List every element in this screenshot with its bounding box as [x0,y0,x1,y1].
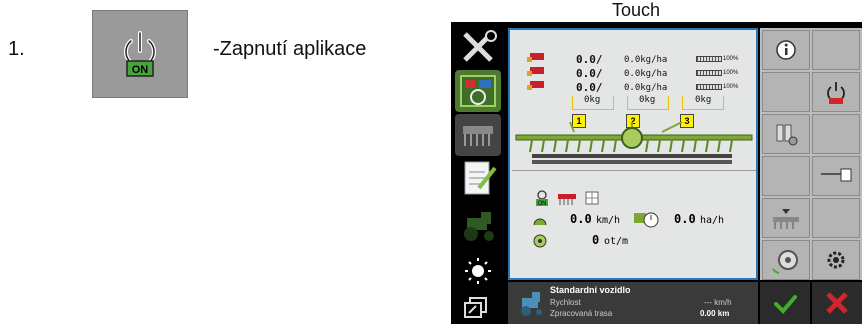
confirm-button[interactable] [760,282,810,324]
hopper-3-weight: 0kg [695,95,712,105]
empty-softkey-4[interactable] [762,156,810,196]
area-rate-value: 0.0 [674,212,696,226]
tools-button[interactable] [455,26,501,68]
metering-level-bar [696,56,722,62]
seeder-app-button[interactable] [455,70,501,112]
task-notepad-icon [464,161,497,195]
metering-percent: 100% [723,70,739,76]
cancel-button[interactable] [812,282,862,324]
checkmark-icon [774,295,797,314]
metering-softkey[interactable] [762,114,810,154]
speed-unit: km/h [596,215,621,226]
implement-button[interactable] [455,114,501,156]
speed-value: 0.0 [570,212,592,226]
implement-icon [463,126,493,146]
metering-value: 0.0/ [576,81,603,94]
tractor-icon [464,212,494,241]
tractor-button[interactable] [455,204,501,246]
rotation-value: 0 [592,233,600,247]
on-label: ON [132,64,149,76]
implement-softkey[interactable] [762,198,810,238]
vehicle-name: Standardní vozidlo [550,285,631,295]
on-mode-label: ON [538,201,547,206]
info-softkey[interactable] [762,30,810,70]
switch-window-icon [464,297,487,318]
rotation-unit: ot/m [604,236,629,247]
metering-rate: 0.0kg/ha [624,55,668,65]
area-rate-unit: ha/h [700,215,725,226]
metering-rate: 0.0kg/ha [624,83,668,93]
power-softkey[interactable] [812,72,860,112]
status-speed-value: --- km/h [704,298,732,307]
settings-gear-icon [827,251,845,269]
empty-softkey-3[interactable] [812,114,860,154]
calibration-wheel-icon [772,250,798,274]
on-mode-icon: ON [536,190,548,206]
marker-softkey[interactable] [812,156,860,196]
metering-value: 0.0/ [576,67,603,80]
empty-softkey-1[interactable] [812,30,860,70]
speedometer-icon [533,218,547,226]
vehicle-tractor-icon [521,292,542,316]
implement-lift-icon [773,209,799,229]
metering-level-bar [696,70,722,76]
metering-gear-icon [776,124,798,146]
empty-softkey-2[interactable] [762,72,810,112]
cancel-x-icon [826,292,848,314]
left-toolbar [451,22,506,324]
status-bar: Standardní vozidlo Rychlost --- km/h Zpr… [508,282,758,324]
brightness-button[interactable] [455,250,501,292]
metering-rate: 0.0kg/ha [624,69,668,79]
power-on-button[interactable]: ON [92,10,188,98]
main-work-screen: 0.0/ 0.0kg/ha 100% 0.0/ 0.0kg/ha 100% 0.… [508,28,758,280]
seeder-machine-graphic [515,122,753,164]
mode-icons: ON [536,190,599,206]
info-icon [776,40,796,60]
calibration-softkey[interactable] [762,240,810,280]
step-number: 1. [8,38,25,60]
metering-level-bar [696,84,722,90]
metering-percent: 100% [723,56,739,62]
implement-mode-icon [558,194,576,205]
rotation-sensor-icon [533,234,547,248]
settings-softkey[interactable] [812,240,860,280]
distance-label: Zpracovaná trasa [550,309,613,318]
metering-unit-icon [527,67,544,76]
metering-percent: 100% [723,84,739,90]
area-rate-icon [634,212,659,228]
touch-heading: Touch [612,0,661,20]
switch-window-button[interactable] [455,292,501,334]
power-on-icon: ON [124,31,156,77]
hopper-2-weight: 0kg [639,95,656,105]
speed-label: Rychlost [550,298,581,307]
power-off-icon [827,82,845,104]
task-button[interactable] [455,158,501,200]
metering-unit-icon [527,81,544,90]
brightness-sun-icon [465,258,491,284]
grid-mode-icon [585,191,599,205]
metering-value: 0.0/ [576,53,603,66]
softkey-panel [760,28,862,280]
hopper-1-weight: 0kg [584,95,601,105]
seeder-app-icon [460,75,496,107]
wrench-screwdriver-icon [463,30,497,62]
empty-softkey-5[interactable] [812,198,860,238]
step-description: -Zapnutí aplikace [213,38,367,60]
metering-unit-icon [527,53,544,62]
marker-arm-icon [821,168,852,182]
distance-value: 0.00 km [700,309,730,318]
